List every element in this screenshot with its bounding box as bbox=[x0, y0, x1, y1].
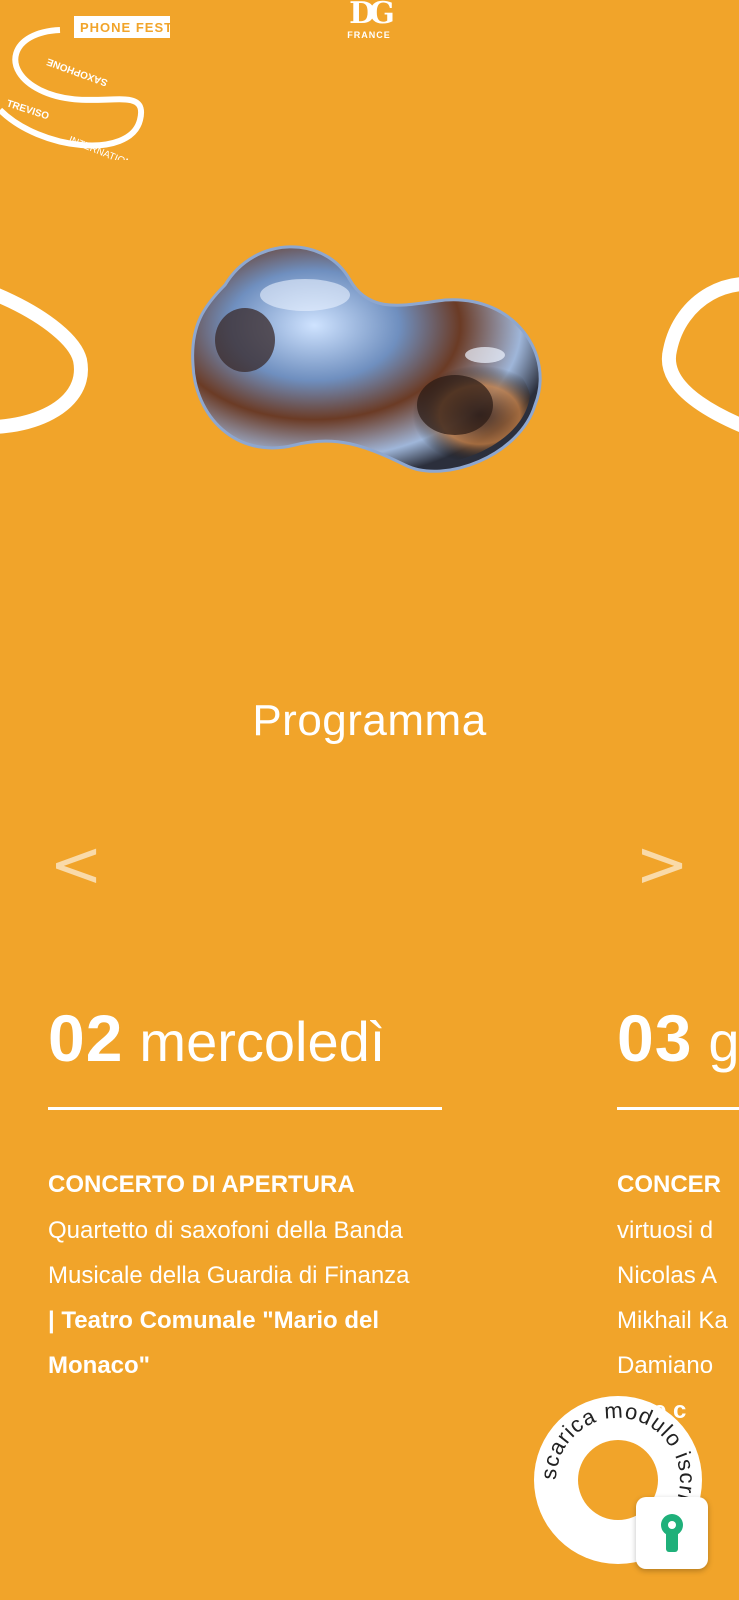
brand-logo-sub: FRANCE bbox=[347, 30, 391, 40]
programme-title: Programma bbox=[252, 696, 487, 745]
day-number: 02 bbox=[48, 1001, 124, 1075]
day-heading: 02 mercoledì bbox=[48, 1000, 498, 1080]
festival-logo-top-text: PHONE FESTIVAL bbox=[80, 20, 180, 35]
svg-text:SAXOPHONE: SAXOPHONE bbox=[45, 55, 109, 87]
privacy-lock-button[interactable] bbox=[636, 1497, 708, 1569]
brand-logo[interactable]: DG FRANCE bbox=[334, 0, 404, 46]
event-venue[interactable]: | Teatro Comunale "Mario del Monaco" bbox=[48, 1298, 468, 1388]
festival-logo[interactable]: PHONE FESTIVAL TREVISO INTERNATIONAL SAX… bbox=[0, 10, 180, 160]
decorative-curve-right bbox=[661, 277, 739, 433]
day-divider bbox=[48, 1107, 442, 1110]
keyhole-icon bbox=[661, 1514, 683, 1552]
event-description: Quartetto di saxofoni della Banda Musica… bbox=[48, 1217, 410, 1289]
day-heading: 03 g bbox=[617, 1000, 739, 1080]
day-weekday: g bbox=[708, 1010, 739, 1073]
event-title: CONCER bbox=[617, 1171, 722, 1198]
decorative-curve-left bbox=[0, 288, 88, 434]
day-card: 03 g CONCER virtuosi d Nicolas A Mikhail… bbox=[617, 1000, 739, 1433]
day-divider bbox=[617, 1107, 739, 1110]
page: PHONE FESTIVAL TREVISO INTERNATIONAL SAX… bbox=[0, 0, 739, 1600]
brand-logo-mark: DG bbox=[349, 0, 395, 31]
day-number: 03 bbox=[617, 1001, 693, 1075]
chrome-blob-image bbox=[191, 245, 542, 473]
event-title: CONCERTO DI APERTURA bbox=[48, 1171, 355, 1198]
day-card: 02 mercoledì CONCERTO DI APERTURA Quarte… bbox=[48, 1000, 498, 1388]
carousel-next-button[interactable]: > bbox=[634, 833, 690, 897]
event-description: virtuosi d Nicolas A Mikhail Ka Damiano bbox=[617, 1217, 728, 1379]
carousel-prev-button[interactable]: < bbox=[48, 833, 104, 897]
day-weekday: mercoledì bbox=[139, 1010, 386, 1073]
